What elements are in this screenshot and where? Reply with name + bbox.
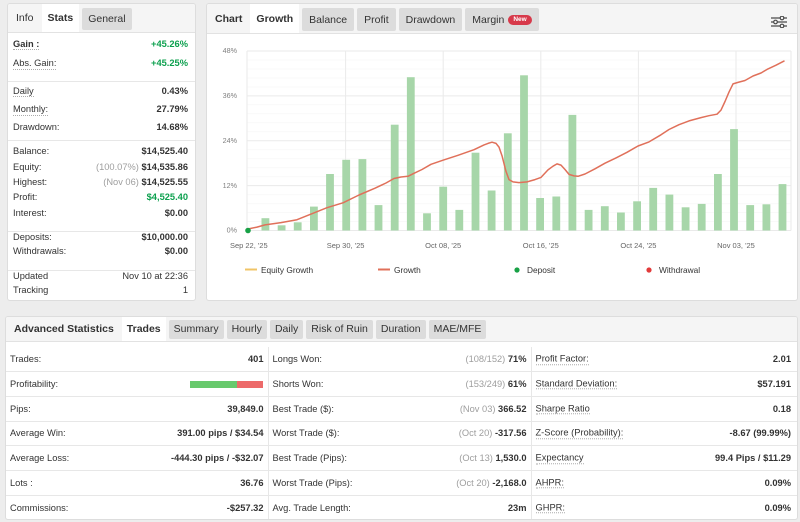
svg-text:24%: 24% <box>223 136 238 145</box>
svg-text:0%: 0% <box>227 226 238 235</box>
svg-text:Oct 08, '25: Oct 08, '25 <box>425 241 461 250</box>
svg-text:Oct 16, '25: Oct 16, '25 <box>523 241 559 250</box>
svg-text:Deposit: Deposit <box>527 265 556 275</box>
svg-text:48%: 48% <box>223 46 238 55</box>
svg-text:Sep 30, '25: Sep 30, '25 <box>327 241 365 250</box>
svg-text:Nov 03, '25: Nov 03, '25 <box>717 241 755 250</box>
svg-text:Equity Growth: Equity Growth <box>261 265 313 275</box>
svg-text:Oct 24, '25: Oct 24, '25 <box>620 241 656 250</box>
svg-text:Sep 22, '25: Sep 22, '25 <box>230 241 268 250</box>
svg-text:Withdrawal: Withdrawal <box>659 265 700 275</box>
svg-text:12%: 12% <box>223 181 238 190</box>
svg-text:36%: 36% <box>223 91 238 100</box>
svg-text:Growth: Growth <box>394 265 421 275</box>
